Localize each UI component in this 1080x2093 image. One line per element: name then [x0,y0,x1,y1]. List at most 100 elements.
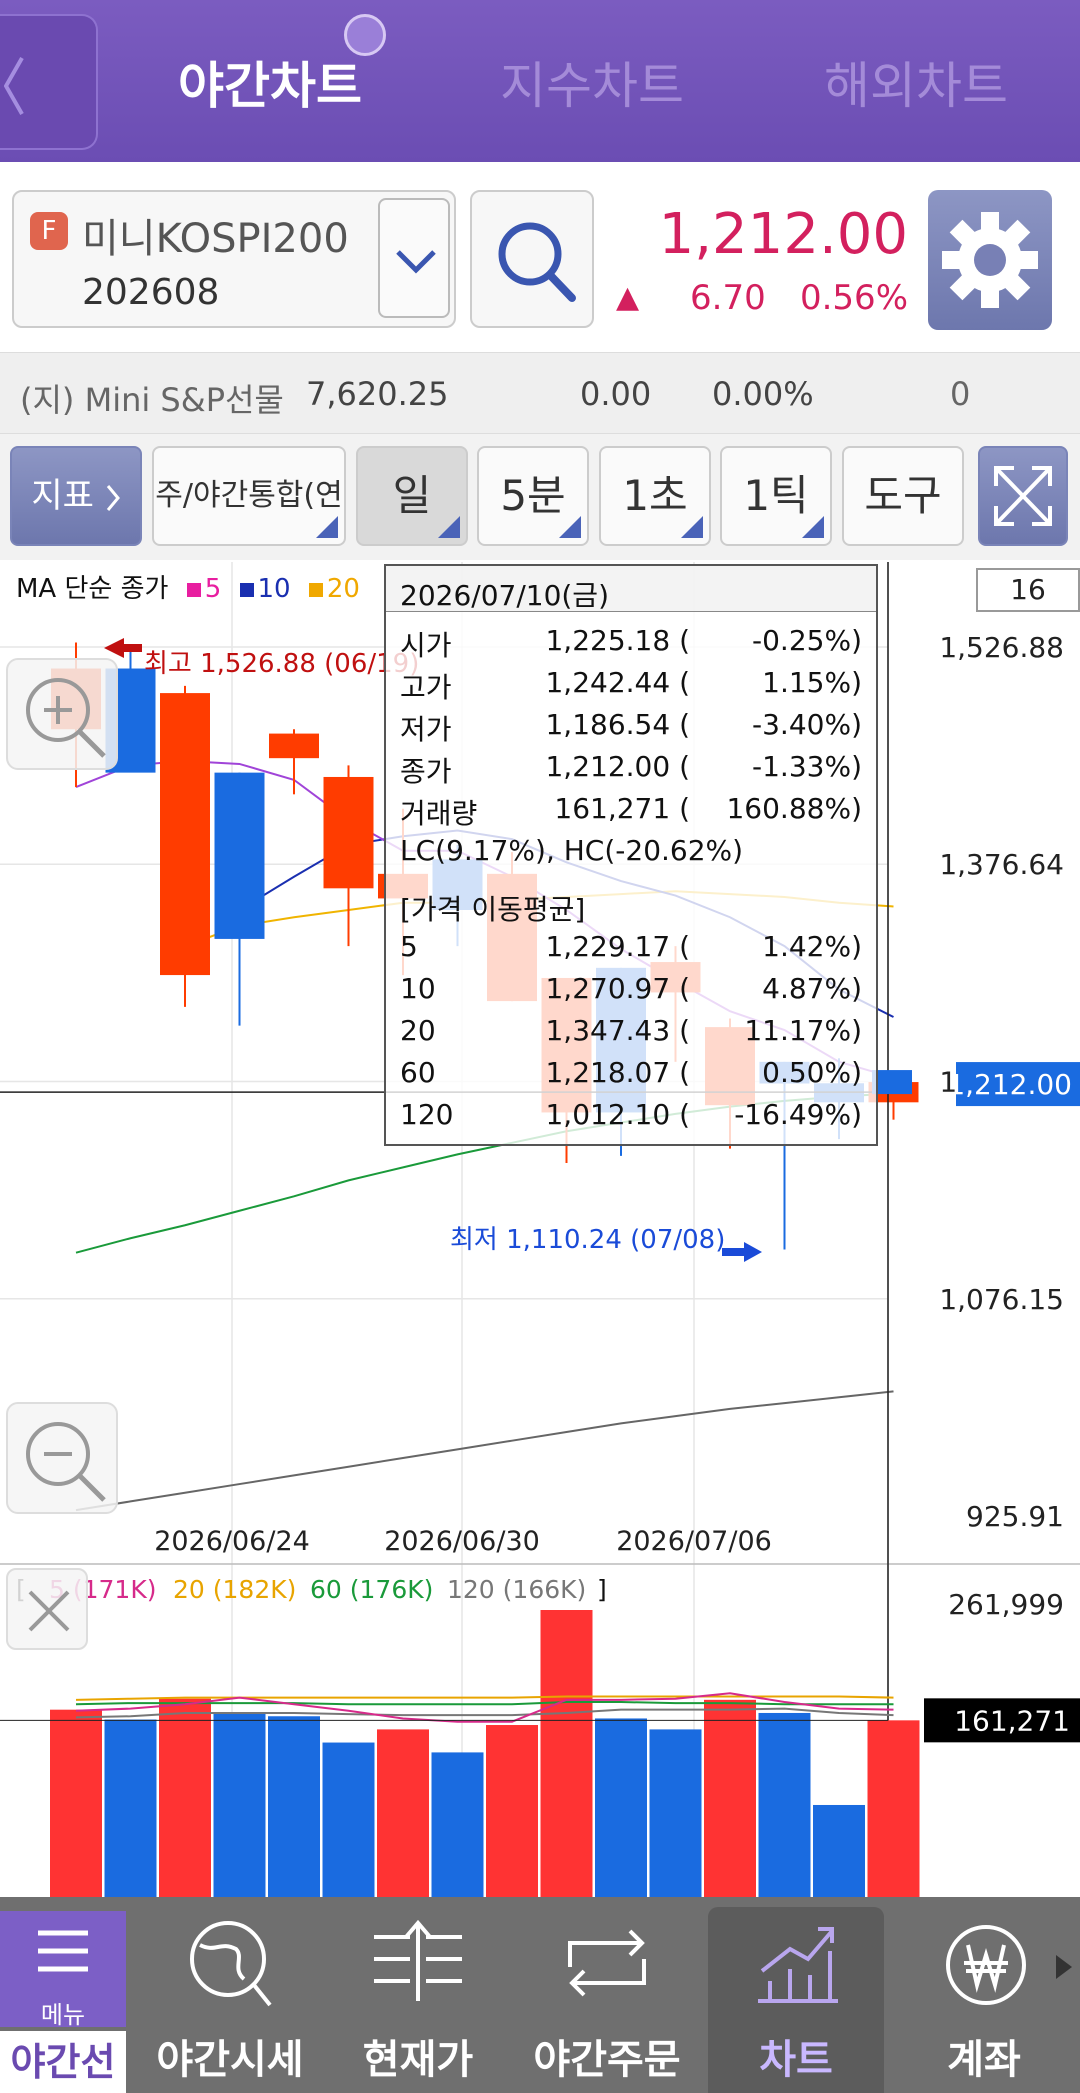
hamburger-icon [38,1930,88,1972]
volume-bar [758,1712,811,1897]
period-1sec-button[interactable]: 1초 [599,446,711,546]
tooltip-date: 2026/07/10(금) [386,566,876,612]
ma5-legend-label: 5 [204,574,222,604]
exchange-icon [568,1929,646,1997]
chart-area[interactable]: 1,526.881,376.641,226.401,076.15925.9120… [0,562,1080,1897]
tooltip-ma-key: 120 [400,1098,454,1131]
tooltip-key: 종가 [400,755,452,788]
nav-account[interactable]: 계좌 [888,1897,1080,2093]
nav-current-price[interactable]: 현재가 [326,1897,510,2093]
tooltip-ma-value: 1,012.10 ( [545,1098,690,1131]
globe-search-icon [190,1921,272,2007]
volume-max-label: 261,999 [948,1588,1064,1621]
date-tick-label: 2026/06/30 [384,1526,540,1557]
chevron-right-icon [106,484,120,511]
tab-index-chart[interactable]: 지수차트 [442,46,742,118]
period-day-button[interactable]: 일 [356,446,468,546]
high-annotation: 최고 1,526.88 (06/19) [144,649,419,679]
tooltip-row: 저가 1,186.54 (-3.40%) [386,704,876,746]
won-coin-icon [946,1925,1072,2005]
period-day-label: 일 [392,471,432,520]
tooltip-pct: -3.40%) [752,708,862,741]
related-volume: 0 [950,375,971,413]
candle-body [323,776,374,889]
tooltip-pct: 1.15%) [762,666,862,699]
dropdown-corner-icon [316,516,338,538]
tab-overseas-chart[interactable]: 해외차트 [766,46,1066,118]
tooltip-ma-pct: 4.87%) [762,972,862,1005]
nav-night-quotes[interactable]: 야간시세 [140,1897,320,2093]
nav-chart[interactable]: 차트 [708,1897,884,2093]
price-tick-label: 1,076.15 [939,1283,1064,1316]
tools-button[interactable]: 도구 [842,446,964,546]
close-icon [28,1590,70,1632]
volume-legend-item: 20 (182K) [173,1575,296,1604]
related-pct: 0.00% [712,375,814,413]
tooltip-value: 1,242.44 ( [545,666,690,699]
close-volume-button[interactable] [6,1568,88,1650]
zoom-out-button[interactable] [6,1402,118,1514]
fullscreen-button[interactable] [978,446,1068,546]
volume-bar [704,1699,756,1897]
tooltip-ma-value: 1,347.43 ( [545,1014,690,1047]
ma120-line [75,1390,894,1512]
dropdown-corner-icon [559,516,581,538]
ma20-swatch [308,583,323,597]
nav-night-quotes-label: 야간시세 [156,2037,304,2083]
dropdown-corner-icon [802,516,824,538]
related-change: 0.00 [580,375,652,413]
period-5min-button[interactable]: 5분 [477,446,589,546]
search-button[interactable] [470,190,594,328]
quote-panel: F 미니KOSPI200 202608 1,212.00 ▲ 6.70 0.56… [0,162,1080,352]
indicator-label: 지표 [31,476,94,516]
price-tick-label: 1,526.88 [939,631,1064,664]
nav-night-order[interactable]: 야간주문 [510,1897,704,2093]
nav-night-options-label[interactable]: 야간선옵 [0,2031,126,2093]
indicator-button[interactable]: 지표 [10,446,142,546]
session-combo-select[interactable]: 주/야간통합(연결) [152,446,346,609]
tooltip-pct: 160.88%) [726,792,862,825]
volume-bar [431,1752,484,1897]
zoom-in-button[interactable] [6,658,118,770]
nav-chart-label: 차트 [759,2037,833,2083]
high-arrow-icon [104,638,124,658]
bottom-nav: 메뉴 야간선옵 야간시세 현재가 [0,1897,1080,2093]
tooltip-key: 거래량 [400,797,478,830]
tooltip-ma-key: 5 [400,930,418,963]
ma10-legend-label: 10 [257,574,291,604]
back-button[interactable] [0,14,98,150]
chevron-down-icon [396,250,436,274]
price-tick-label: 925.91 [966,1500,1064,1533]
menu-box: 메뉴 [0,1911,126,2029]
volume-bar [377,1729,429,1897]
candle-count-box[interactable]: 16 [976,568,1080,612]
volume-bar [649,1729,702,1897]
tab-night-chart[interactable]: 야간차트 [120,46,420,118]
symbol-dropdown-button[interactable] [378,198,450,318]
tooltip-lc-hc-row: LC(9.17%), HC(-20.62%) [386,830,876,872]
settings-button[interactable] [928,190,1052,330]
related-market-row: (지) Mini S&P선물 7,620.25 0.00 0.00% 0 [0,352,1080,434]
zoom-in-icon [26,678,106,758]
tooltip-ma-row: 20 1,347.43 (11.17%) [386,1010,876,1052]
tooltip-value: 1,225.18 ( [545,624,690,657]
symbol-selector[interactable]: F 미니KOSPI200 202608 [12,190,456,328]
volume-bar [213,1712,266,1897]
date-tick-label: 2026/07/06 [616,1526,772,1557]
zoom-out-icon [26,1422,106,1502]
symbol-code: 202608 [82,272,220,313]
tooltip-ma-row: 120 1,012.10 (-16.49%) [386,1094,876,1136]
nav-menu[interactable]: 메뉴 야간선옵 [0,1897,126,2093]
tooltip-ma-row: 10 1,270.97 (4.87%) [386,968,876,1010]
ma20-legend-label: 20 [326,574,360,604]
ma5-swatch [186,583,201,597]
volume-bar [595,1718,647,1897]
chevron-left-icon [4,57,24,115]
date-tick-label: 2026/06/24 [154,1526,310,1557]
volume-bar [322,1742,375,1897]
ma10-swatch [239,583,254,597]
gear-icon [942,212,1038,308]
menu-label: 메뉴 [40,2001,86,2029]
volume-bar [540,1610,593,1897]
period-1tick-button[interactable]: 1틱 [720,446,832,546]
